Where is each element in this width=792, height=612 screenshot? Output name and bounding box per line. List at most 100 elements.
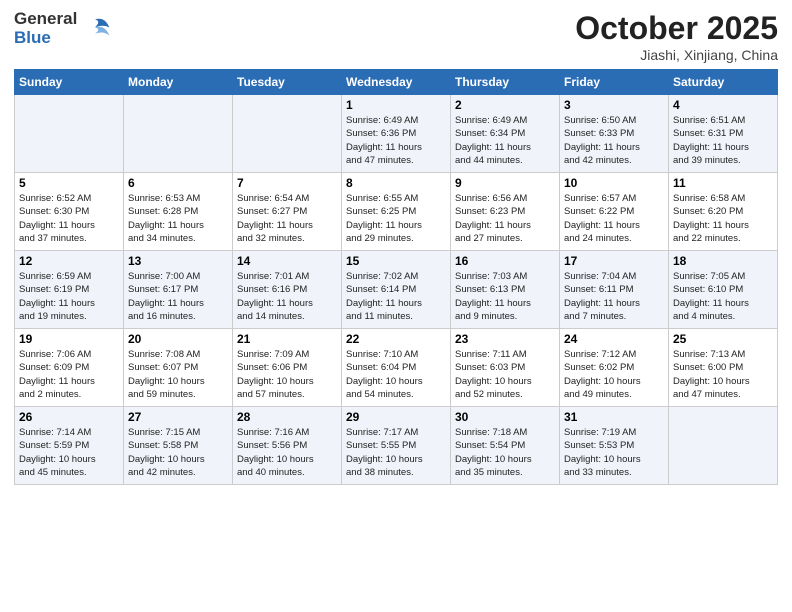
- weekday-header-saturday: Saturday: [669, 70, 778, 95]
- calendar-cell: 3 Sunrise: 6:50 AMSunset: 6:33 PMDaylight…: [560, 95, 669, 173]
- calendar-cell: 10 Sunrise: 6:57 AMSunset: 6:22 PMDayligh…: [560, 173, 669, 251]
- day-info: Sunrise: 6:54 AMSunset: 6:27 PMDaylight:…: [237, 192, 337, 245]
- calendar-cell: 27 Sunrise: 7:15 AMSunset: 5:58 PMDayligh…: [124, 407, 233, 485]
- calendar-cell: 23 Sunrise: 7:11 AMSunset: 6:03 PMDayligh…: [451, 329, 560, 407]
- day-number: 10: [564, 176, 664, 190]
- day-info: Sunrise: 6:50 AMSunset: 6:33 PMDaylight:…: [564, 114, 664, 167]
- title-section: October 2025 Jiashi, Xinjiang, China: [575, 10, 778, 63]
- calendar-cell: 7 Sunrise: 6:54 AMSunset: 6:27 PMDaylight…: [233, 173, 342, 251]
- calendar-cell: 11 Sunrise: 6:58 AMSunset: 6:20 PMDayligh…: [669, 173, 778, 251]
- day-number: 12: [19, 254, 119, 268]
- calendar-cell: 22 Sunrise: 7:10 AMSunset: 6:04 PMDayligh…: [342, 329, 451, 407]
- weekday-header-tuesday: Tuesday: [233, 70, 342, 95]
- calendar-cell: 19Sunrise: 7:06 AMSunset: 6:09 PMDayligh…: [15, 329, 124, 407]
- calendar-row-2: 5 Sunrise: 6:52 AMSunset: 6:30 PMDaylight…: [15, 173, 778, 251]
- day-info: Sunrise: 7:09 AMSunset: 6:06 PMDaylight:…: [237, 348, 337, 401]
- calendar-cell: [15, 95, 124, 173]
- day-number: 5: [19, 176, 119, 190]
- day-number: 28: [237, 410, 337, 424]
- calendar-cell: 1 Sunrise: 6:49 AMSunset: 6:36 PMDaylight…: [342, 95, 451, 173]
- calendar-cell: 31 Sunrise: 7:19 AMSunset: 5:53 PMDayligh…: [560, 407, 669, 485]
- day-number: 19: [19, 332, 119, 346]
- calendar-cell: 6 Sunrise: 6:53 AMSunset: 6:28 PMDaylight…: [124, 173, 233, 251]
- calendar-cell: 4 Sunrise: 6:51 AMSunset: 6:31 PMDaylight…: [669, 95, 778, 173]
- day-number: 26: [19, 410, 119, 424]
- day-info: Sunrise: 7:13 AMSunset: 6:00 PMDaylight:…: [673, 348, 773, 401]
- calendar-cell: 16Sunrise: 7:03 AMSunset: 6:13 PMDayligh…: [451, 251, 560, 329]
- day-number: 2: [455, 98, 555, 112]
- day-info: Sunrise: 7:08 AMSunset: 6:07 PMDaylight:…: [128, 348, 228, 401]
- day-number: 4: [673, 98, 773, 112]
- weekday-header-row: SundayMondayTuesdayWednesdayThursdayFrid…: [15, 70, 778, 95]
- day-info: Sunrise: 6:53 AMSunset: 6:28 PMDaylight:…: [128, 192, 228, 245]
- header: General Blue October 2025 Jiashi, Xinjia…: [14, 10, 778, 63]
- day-number: 17: [564, 254, 664, 268]
- day-info: Sunrise: 6:57 AMSunset: 6:22 PMDaylight:…: [564, 192, 664, 245]
- calendar-cell: 14 Sunrise: 7:01 AMSunset: 6:16 PMDayligh…: [233, 251, 342, 329]
- day-info: Sunrise: 7:02 AMSunset: 6:14 PMDaylight:…: [346, 270, 446, 323]
- day-number: 27: [128, 410, 228, 424]
- day-number: 11: [673, 176, 773, 190]
- day-number: 31: [564, 410, 664, 424]
- calendar-cell: 8 Sunrise: 6:55 AMSunset: 6:25 PMDaylight…: [342, 173, 451, 251]
- day-number: 20: [128, 332, 228, 346]
- calendar-cell: 9 Sunrise: 6:56 AMSunset: 6:23 PMDaylight…: [451, 173, 560, 251]
- logo-blue: Blue: [14, 29, 51, 48]
- day-info: Sunrise: 6:52 AMSunset: 6:30 PMDaylight:…: [19, 192, 119, 245]
- day-info: Sunrise: 7:17 AMSunset: 5:55 PMDaylight:…: [346, 426, 446, 479]
- day-info: Sunrise: 6:49 AMSunset: 6:36 PMDaylight:…: [346, 114, 446, 167]
- day-info: Sunrise: 7:19 AMSunset: 5:53 PMDaylight:…: [564, 426, 664, 479]
- calendar-cell: 2 Sunrise: 6:49 AMSunset: 6:34 PMDaylight…: [451, 95, 560, 173]
- calendar-row-4: 19Sunrise: 7:06 AMSunset: 6:09 PMDayligh…: [15, 329, 778, 407]
- page: General Blue October 2025 Jiashi, Xinjia…: [0, 0, 792, 612]
- calendar-cell: 26Sunrise: 7:14 AMSunset: 5:59 PMDayligh…: [15, 407, 124, 485]
- weekday-header-friday: Friday: [560, 70, 669, 95]
- day-number: 21: [237, 332, 337, 346]
- day-number: 3: [564, 98, 664, 112]
- weekday-header-sunday: Sunday: [15, 70, 124, 95]
- day-info: Sunrise: 7:05 AMSunset: 6:10 PMDaylight:…: [673, 270, 773, 323]
- logo-general: General: [14, 10, 77, 29]
- month-title: October 2025: [575, 10, 778, 47]
- calendar-cell: 18 Sunrise: 7:05 AMSunset: 6:10 PMDayligh…: [669, 251, 778, 329]
- day-number: 23: [455, 332, 555, 346]
- day-info: Sunrise: 7:12 AMSunset: 6:02 PMDaylight:…: [564, 348, 664, 401]
- day-info: Sunrise: 7:00 AMSunset: 6:17 PMDaylight:…: [128, 270, 228, 323]
- calendar-cell: 24 Sunrise: 7:12 AMSunset: 6:02 PMDayligh…: [560, 329, 669, 407]
- day-info: Sunrise: 6:56 AMSunset: 6:23 PMDaylight:…: [455, 192, 555, 245]
- calendar-cell: [669, 407, 778, 485]
- day-info: Sunrise: 6:58 AMSunset: 6:20 PMDaylight:…: [673, 192, 773, 245]
- calendar-row-1: 1 Sunrise: 6:49 AMSunset: 6:36 PMDaylight…: [15, 95, 778, 173]
- calendar-row-5: 26Sunrise: 7:14 AMSunset: 5:59 PMDayligh…: [15, 407, 778, 485]
- day-number: 30: [455, 410, 555, 424]
- day-info: Sunrise: 6:51 AMSunset: 6:31 PMDaylight:…: [673, 114, 773, 167]
- calendar-cell: 17Sunrise: 7:04 AMSunset: 6:11 PMDayligh…: [560, 251, 669, 329]
- day-info: Sunrise: 6:55 AMSunset: 6:25 PMDaylight:…: [346, 192, 446, 245]
- day-number: 24: [564, 332, 664, 346]
- day-number: 14: [237, 254, 337, 268]
- day-info: Sunrise: 7:10 AMSunset: 6:04 PMDaylight:…: [346, 348, 446, 401]
- day-info: Sunrise: 7:01 AMSunset: 6:16 PMDaylight:…: [237, 270, 337, 323]
- day-number: 29: [346, 410, 446, 424]
- calendar-cell: 25Sunrise: 7:13 AMSunset: 6:00 PMDayligh…: [669, 329, 778, 407]
- logo-wing-icon: [79, 13, 111, 45]
- calendar-row-3: 12Sunrise: 6:59 AMSunset: 6:19 PMDayligh…: [15, 251, 778, 329]
- day-info: Sunrise: 7:11 AMSunset: 6:03 PMDaylight:…: [455, 348, 555, 401]
- day-number: 13: [128, 254, 228, 268]
- day-number: 15: [346, 254, 446, 268]
- day-number: 6: [128, 176, 228, 190]
- day-number: 8: [346, 176, 446, 190]
- day-info: Sunrise: 7:15 AMSunset: 5:58 PMDaylight:…: [128, 426, 228, 479]
- day-number: 7: [237, 176, 337, 190]
- day-info: Sunrise: 7:03 AMSunset: 6:13 PMDaylight:…: [455, 270, 555, 323]
- day-number: 18: [673, 254, 773, 268]
- day-info: Sunrise: 6:49 AMSunset: 6:34 PMDaylight:…: [455, 114, 555, 167]
- day-number: 1: [346, 98, 446, 112]
- calendar-cell: 13 Sunrise: 7:00 AMSunset: 6:17 PMDayligh…: [124, 251, 233, 329]
- calendar-cell: 12Sunrise: 6:59 AMSunset: 6:19 PMDayligh…: [15, 251, 124, 329]
- weekday-header-wednesday: Wednesday: [342, 70, 451, 95]
- weekday-header-monday: Monday: [124, 70, 233, 95]
- day-number: 22: [346, 332, 446, 346]
- day-number: 9: [455, 176, 555, 190]
- calendar-cell: 5 Sunrise: 6:52 AMSunset: 6:30 PMDaylight…: [15, 173, 124, 251]
